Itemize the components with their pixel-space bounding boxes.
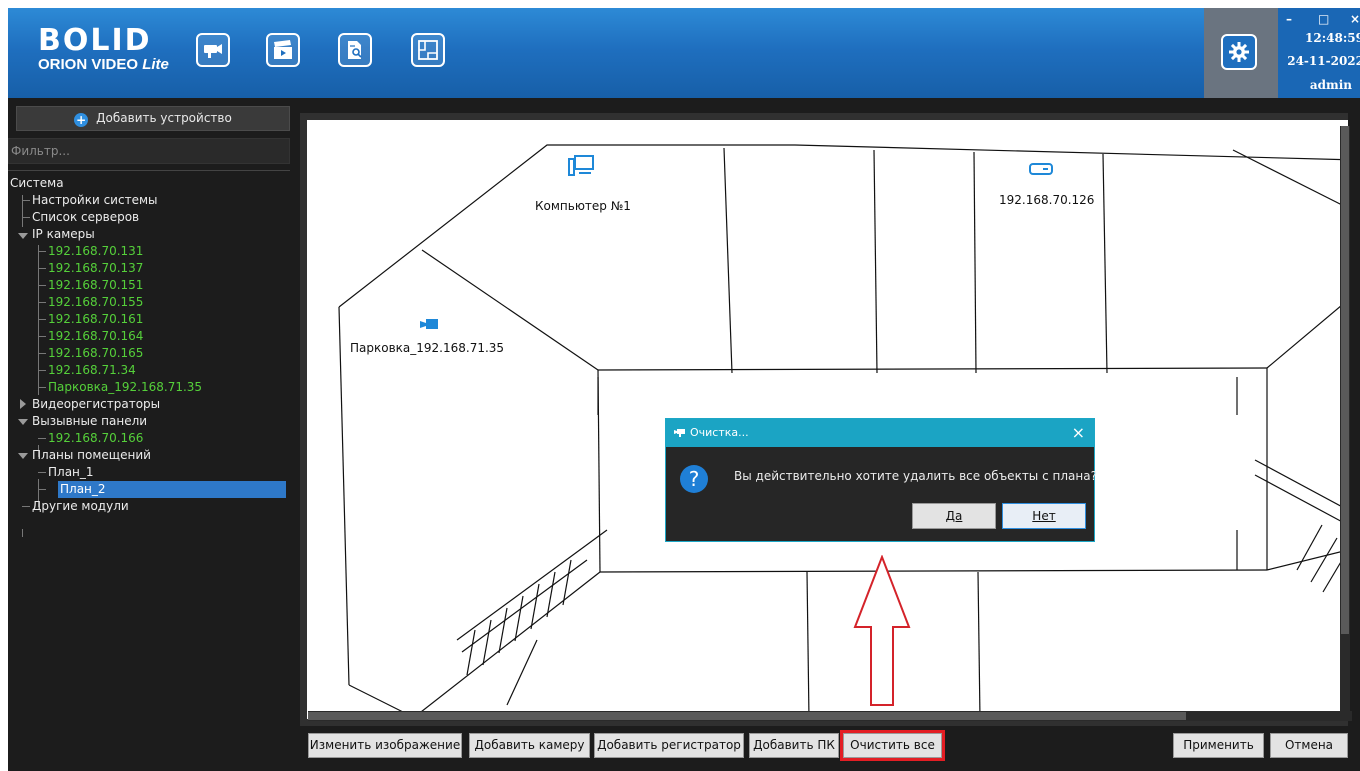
tree-item-camera[interactable]: 192.168.70.151 <box>48 277 143 294</box>
dialog-title: Очистка... <box>690 426 749 439</box>
collapse-arrow-icon[interactable] <box>20 399 26 409</box>
tree-item-plan-selected[interactable]: План_2 <box>58 481 286 498</box>
plus-icon: + <box>74 113 89 127</box>
tree-item-camera[interactable]: Парковка_192.168.71.35 <box>48 379 202 396</box>
logo-brand: BOLID <box>38 23 152 58</box>
camera-icon <box>420 319 438 329</box>
settings-button[interactable] <box>1204 8 1278 98</box>
document-search-icon[interactable] <box>338 33 372 67</box>
filter-input[interactable]: Фильтр... <box>8 138 290 164</box>
tree-item-camera[interactable]: 192.168.70.137 <box>48 260 143 277</box>
plan-object-camera[interactable]: Парковка_192.168.71.35 <box>350 341 504 355</box>
vertical-scrollbar-thumb[interactable] <box>1341 126 1349 634</box>
no-button[interactable]: Нет <box>1002 503 1086 529</box>
dialog-titlebar: Очистка... × <box>666 419 1094 447</box>
tree-item-camera[interactable]: 192.168.70.131 <box>48 243 143 260</box>
horizontal-scrollbar[interactable] <box>308 711 1352 721</box>
tree-item-ip-cameras[interactable]: IP камеры <box>32 226 95 243</box>
close-icon[interactable]: × <box>1072 423 1085 442</box>
tree-item-call-panel[interactable]: 192.168.70.166 <box>48 430 143 447</box>
app-header: BOLID ORION VIDEO Lite – □ × 12:48:59 24… <box>8 8 1360 98</box>
tree-item-call-panels[interactable]: Вызывные панели <box>32 413 147 430</box>
logo-product: ORION VIDEO Lite <box>38 56 169 73</box>
clear-all-highlight <box>840 730 945 761</box>
camera-icon <box>674 429 685 437</box>
floor-plan-icon[interactable] <box>411 33 445 67</box>
dialog-message: Вы действительно хотите удалить все объе… <box>734 469 1097 483</box>
clock-date: 24-11-2022 <box>1287 54 1360 68</box>
expand-arrow-icon[interactable] <box>18 233 28 239</box>
tree-item-camera[interactable]: 192.168.71.34 <box>48 362 136 379</box>
current-user: admin <box>1309 78 1352 92</box>
plan-object-computer[interactable]: Компьютер №1 <box>535 199 631 213</box>
minimize-button[interactable]: – <box>1286 12 1292 26</box>
add-recorder-button[interactable]: Добавить регистратор <box>594 733 744 758</box>
video-camera-icon[interactable] <box>196 33 230 67</box>
vertical-scrollbar[interactable] <box>1340 126 1350 716</box>
clock-time: 12:48:59 <box>1305 31 1360 45</box>
plan-object-recorder[interactable]: 192.168.70.126 <box>999 193 1094 207</box>
tree-item-system-settings[interactable]: Настройки системы <box>32 192 157 209</box>
add-device-label: Добавить устройство <box>96 111 232 125</box>
yes-button[interactable]: Да <box>912 503 996 529</box>
device-tree: Система Настройки системы Список серверо… <box>8 170 290 771</box>
close-window-button[interactable]: × <box>1350 12 1360 26</box>
maximize-button[interactable]: □ <box>1318 12 1329 26</box>
recorder-icon <box>1029 163 1053 175</box>
app-window: BOLID ORION VIDEO Lite – □ × 12:48:59 24… <box>8 8 1360 771</box>
tree-item-camera[interactable]: 192.168.70.165 <box>48 345 143 362</box>
add-device-button[interactable]: + Добавить устройство <box>16 106 290 131</box>
status-area: – □ × 12:48:59 24-11-2022 admin <box>1278 8 1360 98</box>
logo: BOLID ORION VIDEO Lite <box>38 23 169 82</box>
tree-item-camera[interactable]: 192.168.70.164 <box>48 328 143 345</box>
add-camera-button[interactable]: Добавить камеру <box>469 733 590 758</box>
tree-item-video-recorders[interactable]: Видеорегистраторы <box>32 396 160 413</box>
computer-icon <box>568 155 594 176</box>
tree-item-server-list[interactable]: Список серверов <box>32 209 139 226</box>
change-image-button[interactable]: Изменить изображение <box>308 733 462 758</box>
tree-item-plan[interactable]: План_1 <box>48 464 94 481</box>
playback-clapper-icon[interactable] <box>266 33 300 67</box>
horizontal-scrollbar-thumb[interactable] <box>308 712 1186 720</box>
expand-arrow-icon[interactable] <box>18 453 28 459</box>
question-icon: ? <box>680 465 708 493</box>
tree-item-room-plans[interactable]: Планы помещений <box>32 447 151 464</box>
gear-icon <box>1221 34 1257 70</box>
add-pc-button[interactable]: Добавить ПК <box>749 733 839 758</box>
tree-item-camera[interactable]: 192.168.70.161 <box>48 311 143 328</box>
confirm-dialog: Очистка... × ? Вы действительно хотите у… <box>665 418 1097 542</box>
tree-root-system[interactable]: Система <box>10 175 64 192</box>
cancel-button[interactable]: Отмена <box>1270 733 1348 758</box>
red-arrow-annotation <box>853 555 911 706</box>
apply-button[interactable]: Применить <box>1173 733 1264 758</box>
expand-arrow-icon[interactable] <box>18 419 28 425</box>
tree-item-camera[interactable]: 192.168.70.155 <box>48 294 143 311</box>
tree-item-other-modules[interactable]: Другие модули <box>32 498 129 515</box>
